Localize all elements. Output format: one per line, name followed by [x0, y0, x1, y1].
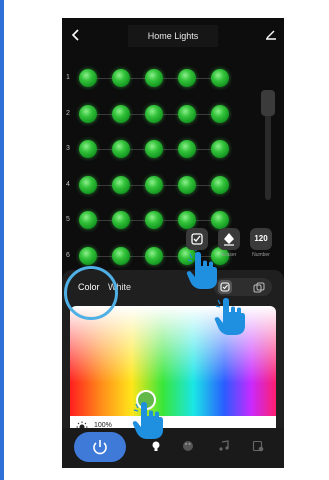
led-bulb[interactable]: [211, 211, 229, 229]
led-bulb[interactable]: [145, 104, 163, 123]
page-title: Home Lights: [128, 25, 218, 47]
led-bulb[interactable]: [145, 175, 163, 194]
left-edge-line: [0, 0, 4, 480]
select-mode-icon: [220, 282, 230, 292]
hand-pointer-icon: [186, 250, 217, 289]
led-bulb[interactable]: [211, 69, 229, 87]
vertical-slider-thumb[interactable]: [261, 90, 275, 116]
row-label: 3: [66, 145, 70, 152]
led-bulb[interactable]: [112, 211, 130, 229]
schedule-icon[interactable]: [252, 440, 264, 452]
select-tool-button[interactable]: [186, 228, 208, 250]
led-bulb[interactable]: [112, 140, 130, 158]
row-label: 2: [66, 109, 70, 117]
led-bulb[interactable]: [145, 69, 163, 87]
led-bulb[interactable]: [178, 69, 196, 87]
led-bulb[interactable]: [211, 175, 229, 194]
led-bulb[interactable]: [178, 211, 196, 229]
highlight-ring: [64, 266, 118, 320]
row-label: 4: [66, 180, 70, 188]
led-bulb[interactable]: [79, 140, 97, 158]
led-bulb[interactable]: [79, 211, 97, 229]
mode-toggle: [214, 278, 272, 296]
led-bulb[interactable]: [211, 140, 229, 158]
palette-icon[interactable]: [182, 440, 194, 452]
led-bulb[interactable]: [112, 69, 130, 87]
eraser-button[interactable]: [218, 228, 240, 250]
hand-pointer-icon: [132, 402, 163, 439]
led-bulb[interactable]: [112, 246, 130, 265]
led-bulb[interactable]: [178, 175, 196, 194]
number-label: Number: [252, 252, 270, 258]
number-button[interactable]: 120: [250, 228, 272, 250]
led-bulb[interactable]: [79, 104, 97, 123]
led-bulb[interactable]: [112, 104, 130, 123]
back-icon[interactable]: [68, 27, 84, 43]
led-bulb[interactable]: [79, 175, 97, 194]
led-bulb[interactable]: [79, 69, 97, 87]
power-button[interactable]: [74, 432, 126, 462]
power-icon: [93, 440, 107, 455]
led-bulb[interactable]: [178, 140, 196, 158]
led-bulb[interactable]: [145, 246, 163, 265]
led-bulb[interactable]: [178, 104, 196, 123]
top-bar: Home Lights: [62, 18, 284, 56]
row-label: 6: [66, 251, 70, 259]
row-label: 5: [66, 216, 70, 223]
led-bulb[interactable]: [145, 211, 163, 229]
edit-icon[interactable]: [264, 27, 278, 41]
led-bulb[interactable]: [112, 175, 130, 194]
music-icon[interactable]: [218, 440, 230, 452]
select-tool-icon: [191, 233, 203, 245]
led-bulb[interactable]: [211, 104, 229, 123]
led-bulb[interactable]: [79, 246, 97, 265]
row-label: 1: [66, 74, 70, 81]
color-select-mode-button[interactable]: [218, 280, 232, 294]
eraser-icon: [224, 233, 234, 246]
bulb-icon[interactable]: [150, 440, 162, 452]
copy-mode-icon[interactable]: [252, 280, 266, 294]
bottom-nav: [62, 428, 284, 468]
phone-screen: Home Lights 123456 Eraser 120 Number Col…: [62, 18, 284, 468]
led-bulb[interactable]: [145, 140, 163, 158]
hand-pointer-icon: [214, 298, 245, 335]
